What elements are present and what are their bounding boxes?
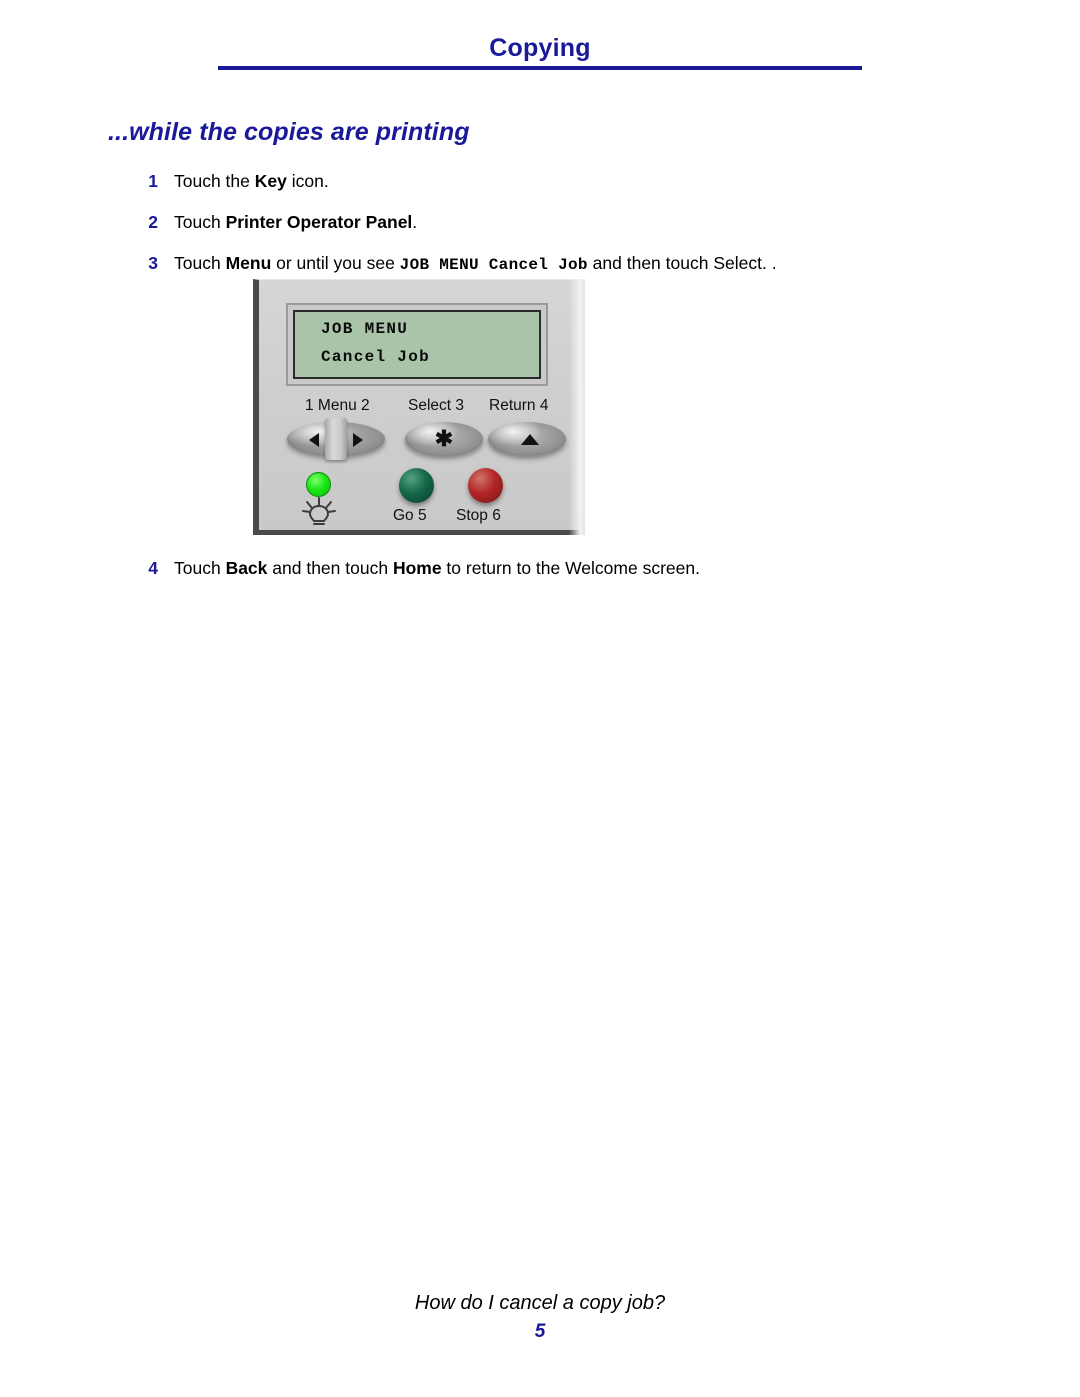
step-text-bold-home: Home xyxy=(392,558,442,578)
step-text: Touch the Key icon. xyxy=(174,170,962,192)
go-button-label: Go 5 xyxy=(393,507,427,524)
step-text-post: and then touch Select. . xyxy=(587,253,777,273)
step-text-post: . xyxy=(412,212,418,232)
step-text-bold: Printer Operator Panel xyxy=(225,212,413,232)
step-text: Touch Back and then touch Home to return… xyxy=(174,557,962,579)
rocker-center-bar xyxy=(325,418,347,460)
lcd-line-2: Cancel Job xyxy=(321,348,431,366)
lcd-screen: JOB MENU Cancel Job xyxy=(293,310,541,379)
triangle-right-icon xyxy=(353,433,363,447)
lcd-bezel: JOB MENU Cancel Job xyxy=(286,303,548,386)
header-divider xyxy=(218,66,862,70)
asterisk-icon: ✱ xyxy=(434,426,454,451)
list-item: 2 Touch Printer Operator Panel. xyxy=(142,211,962,233)
step-number: 3 xyxy=(148,253,158,273)
return-button[interactable] xyxy=(488,422,566,456)
page-footer: How do I cancel a copy job? 5 xyxy=(0,1292,1080,1343)
footer-caption: How do I cancel a copy job? xyxy=(414,1292,666,1314)
step-text-pre: Touch xyxy=(174,212,226,232)
step-text-bold: Menu xyxy=(225,253,272,273)
status-led-indicator xyxy=(306,472,331,497)
section-heading: ...while the copies are printing xyxy=(108,118,470,146)
page-title: Copying xyxy=(489,34,591,62)
step-text-post: to return to the Welcome screen. xyxy=(441,558,700,578)
button-label-row: 1 Menu 2 Select 3 Return 4 xyxy=(253,397,585,419)
stop-button-label: Stop 6 xyxy=(456,507,501,524)
step-text-mono: JOB MENU Cancel Job xyxy=(399,256,588,274)
select-button-label: Select 3 xyxy=(408,397,465,414)
step-text-bold-back: Back xyxy=(225,558,268,578)
step-number: 4 xyxy=(148,558,158,578)
select-button[interactable]: ✱ xyxy=(405,422,483,456)
triangle-up-icon xyxy=(521,434,539,445)
step-text-mid: or until you see xyxy=(271,253,400,273)
printer-operator-panel-figure: JOB MENU Cancel Job 1 Menu 2 Select 3 Re… xyxy=(253,279,585,535)
step-number: 1 xyxy=(148,171,158,191)
step-text-pre: Touch xyxy=(174,253,226,273)
step-text-pre: Touch the xyxy=(174,171,255,191)
menu-rocker-button[interactable] xyxy=(287,418,385,460)
step-text-mid: and then touch xyxy=(267,558,393,578)
step-text: Touch Menu or until you see JOB MENU Can… xyxy=(174,252,962,276)
steps-list: 1 Touch the Key icon. 2 Touch Printer Op… xyxy=(142,170,962,295)
menu-button-label: 1 Menu 2 xyxy=(305,397,370,414)
return-button-label: Return 4 xyxy=(489,397,549,414)
light-bulb-icon xyxy=(301,497,337,529)
step-text-pre: Touch xyxy=(174,558,226,578)
lcd-line-1: JOB MENU xyxy=(321,320,409,338)
list-item: 4 Touch Back and then touch Home to retu… xyxy=(142,557,962,579)
triangle-left-icon xyxy=(309,433,319,447)
step-text-post: icon. xyxy=(286,171,329,191)
step-number: 2 xyxy=(148,212,158,232)
step-text-bold: Key xyxy=(254,171,287,191)
page-number: 5 xyxy=(534,1321,546,1342)
go-button[interactable] xyxy=(399,468,434,503)
stop-button[interactable] xyxy=(468,468,503,503)
list-item: 1 Touch the Key icon. xyxy=(142,170,962,192)
page-header: Copying xyxy=(0,34,1080,63)
step-text: Touch Printer Operator Panel. xyxy=(174,211,962,233)
list-item: 3 Touch Menu or until you see JOB MENU C… xyxy=(142,252,962,276)
